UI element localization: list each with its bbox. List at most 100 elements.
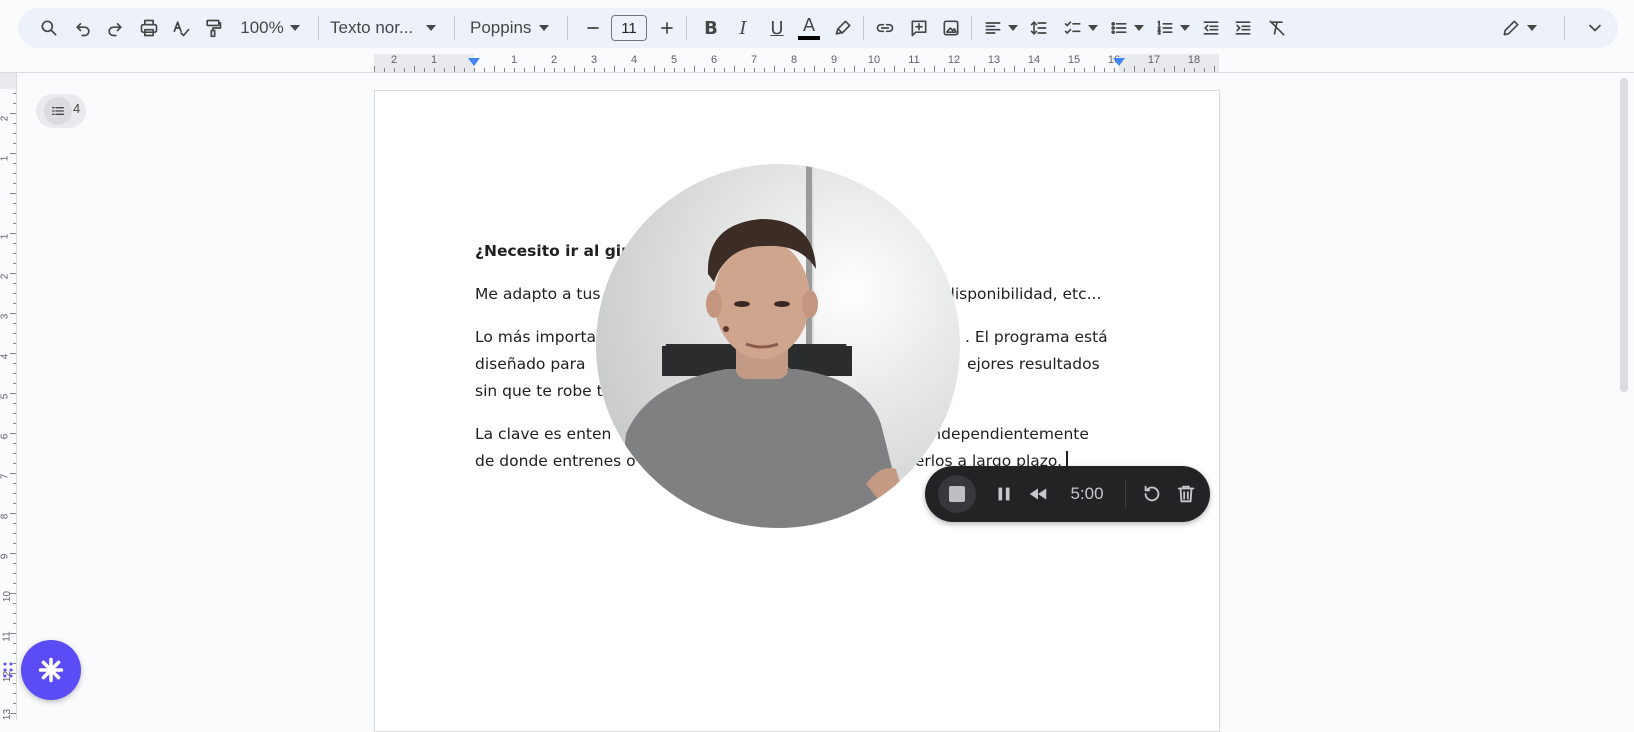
divider <box>567 16 568 40</box>
pause-button[interactable] <box>989 466 1019 522</box>
mode-caret-icon[interactable] <box>1526 8 1538 48</box>
vertical-ruler-tick <box>13 303 16 304</box>
vertical-ruler-tick <box>10 593 16 594</box>
left-indent-marker[interactable] <box>468 58 480 66</box>
underline-button[interactable]: U <box>762 8 792 48</box>
vertical-ruler-tick <box>10 353 16 354</box>
delete-button[interactable] <box>1171 466 1201 522</box>
vertical-ruler-tick <box>13 623 16 624</box>
decrease-indent-icon[interactable] <box>1196 8 1226 48</box>
add-comment-icon[interactable] <box>904 8 934 48</box>
checklist-icon[interactable] <box>1058 8 1088 48</box>
toolbar: 100% Texto nor... Poppins 11 B I U A <box>18 8 1618 48</box>
vertical-ruler-number: 2 <box>0 273 11 280</box>
vertical-ruler-tick <box>13 613 16 614</box>
style-select[interactable]: Texto nor... <box>330 8 422 48</box>
text-color-button[interactable]: A <box>794 8 824 48</box>
vertical-ruler-tick <box>13 563 16 564</box>
font-size-input[interactable]: 11 <box>610 8 648 48</box>
ruler-number: 15 <box>1067 54 1081 66</box>
numbered-caret-icon[interactable] <box>1179 8 1191 48</box>
restart-button[interactable] <box>1137 466 1167 522</box>
undo-icon[interactable] <box>68 8 98 48</box>
vertical-ruler-tick <box>10 513 16 514</box>
font-select[interactable]: Poppins <box>470 8 536 48</box>
ruler-divider <box>0 72 1634 73</box>
vertical-ruler-number: 13 <box>2 708 14 721</box>
horizontal-ruler: 2 1 1 2 3 4 5 6 7 8 9 10 11 12 13 14 15 16 17 18 <box>374 54 1219 72</box>
chevron-down-icon[interactable] <box>1580 8 1610 48</box>
font-caret-icon[interactable] <box>537 8 551 48</box>
font-value: Poppins <box>470 18 532 37</box>
bold-button[interactable]: B <box>696 8 726 48</box>
vertical-ruler-tick <box>13 453 16 454</box>
link-icon[interactable] <box>870 8 900 48</box>
vertical-ruler-tick <box>13 543 16 544</box>
vertical-ruler-tick <box>13 133 16 134</box>
vertical-ruler-tick <box>10 273 16 274</box>
rewind-button[interactable] <box>1023 466 1053 522</box>
assistant-fab-button[interactable] <box>21 640 81 700</box>
bulleted-list-icon[interactable] <box>1104 8 1134 48</box>
highlight-icon[interactable] <box>828 8 858 48</box>
vertical-ruler-tick <box>10 393 16 394</box>
scrollbar[interactable] <box>1620 78 1628 392</box>
stop-button[interactable] <box>937 466 977 522</box>
vertical-ruler-number: 1 <box>0 155 11 162</box>
right-indent-marker[interactable] <box>1113 58 1125 66</box>
print-icon[interactable] <box>134 8 164 48</box>
align-left-icon[interactable] <box>978 8 1008 48</box>
divider <box>1564 16 1565 40</box>
vertical-ruler-tick <box>13 643 16 644</box>
clear-formatting-icon[interactable] <box>1262 8 1292 48</box>
ruler-number: 1 <box>430 54 438 66</box>
ruler-number: 2 <box>550 54 558 66</box>
style-caret-icon[interactable] <box>424 8 438 48</box>
ruler-number: 1 <box>510 54 518 66</box>
vertical-ruler-tick <box>13 253 16 254</box>
vertical-ruler-number: 6 <box>0 433 11 440</box>
drag-handle-icon[interactable] <box>2 660 14 680</box>
paint-format-icon[interactable] <box>198 8 228 48</box>
redo-icon[interactable] <box>100 8 130 48</box>
text-color-swatch <box>798 35 820 40</box>
insert-image-icon[interactable] <box>936 8 966 48</box>
increase-indent-icon[interactable] <box>1228 8 1258 48</box>
ruler-number: 13 <box>987 54 1001 66</box>
font-size-value: 11 <box>611 15 647 41</box>
checklist-caret-icon[interactable] <box>1087 8 1099 48</box>
italic-button[interactable]: I <box>728 8 758 48</box>
increase-font-icon[interactable] <box>652 8 682 48</box>
vertical-ruler-tick <box>13 93 16 94</box>
vertical-ruler-tick <box>13 123 16 124</box>
ruler-number: 10 <box>867 54 881 66</box>
numbered-list-icon[interactable] <box>1150 8 1180 48</box>
vertical-ruler-tick <box>10 553 16 554</box>
vertical-ruler-tick <box>13 203 16 204</box>
spellcheck-icon[interactable] <box>166 8 196 48</box>
line-spacing-icon[interactable] <box>1024 8 1054 48</box>
align-caret-icon[interactable] <box>1007 8 1019 48</box>
ruler-number: 14 <box>1027 54 1041 66</box>
bullets-caret-icon[interactable] <box>1133 8 1145 48</box>
ruler-number: 7 <box>750 54 758 66</box>
vertical-ruler-number: 7 <box>0 473 11 480</box>
ruler-number: 12 <box>947 54 961 66</box>
zoom-select[interactable]: 100% <box>240 8 284 48</box>
webcam-bubble[interactable] <box>596 164 960 528</box>
paragraph-2-line-2-end: ejores resultados <box>967 355 1100 373</box>
vertical-ruler-tick <box>13 143 16 144</box>
vertical-ruler-number: 3 <box>0 313 11 320</box>
zoom-caret-icon[interactable] <box>288 8 302 48</box>
vertical-ruler-tick <box>13 263 16 264</box>
vertical-ruler-tick <box>10 113 16 114</box>
sparkle-icon <box>38 657 64 683</box>
ruler-number: 5 <box>670 54 678 66</box>
search-icon[interactable] <box>34 8 64 48</box>
vertical-ruler-tick <box>13 483 16 484</box>
editing-mode-icon[interactable] <box>1496 8 1526 48</box>
decrease-font-icon[interactable] <box>578 8 608 48</box>
ruler-number: 11 <box>908 54 920 66</box>
stop-icon <box>938 475 976 513</box>
vertical-ruler-tick <box>13 383 16 384</box>
